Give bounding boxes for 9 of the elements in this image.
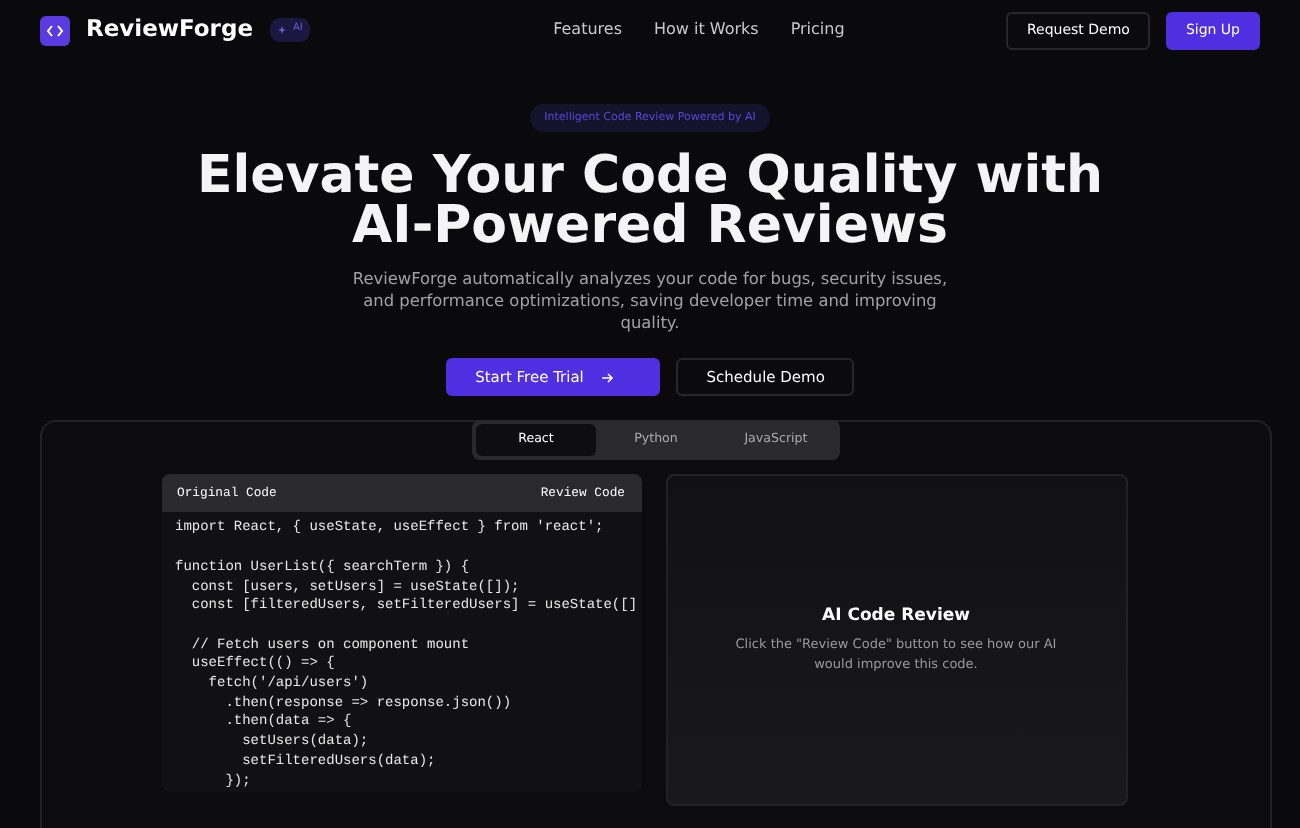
arrow-icon — [602, 371, 615, 384]
nav-link[interactable]: How it Works — [654, 18, 759, 42]
brand-name[interactable]: ReviewForge — [86, 12, 254, 48]
nav-link[interactable]: Pricing — [790, 18, 845, 42]
hero-description: ReviewForge automatically analyzes your code for bugs, security issues, and performance optimizations, saving developer time and improving quality. — [350, 267, 950, 334]
code-icon — [40, 15, 70, 45]
nav-link[interactable]: Features — [553, 18, 622, 42]
review-title: AI Code Review — [822, 603, 970, 629]
hero-heading: Elevate Your Code Quality with AI-Powered Reviews — [196, 152, 1104, 254]
